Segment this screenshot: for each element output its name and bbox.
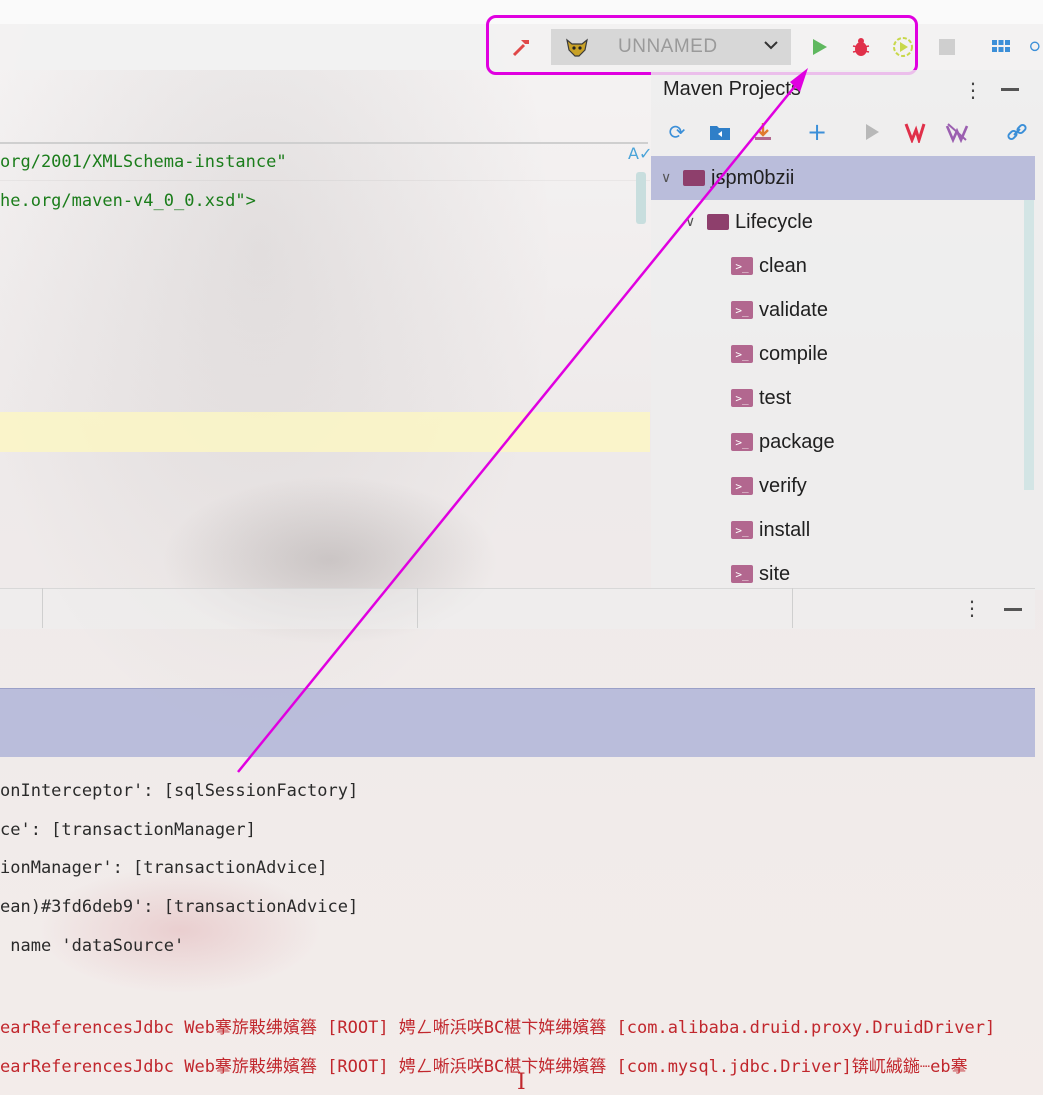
annotation-arrow [237, 68, 808, 773]
